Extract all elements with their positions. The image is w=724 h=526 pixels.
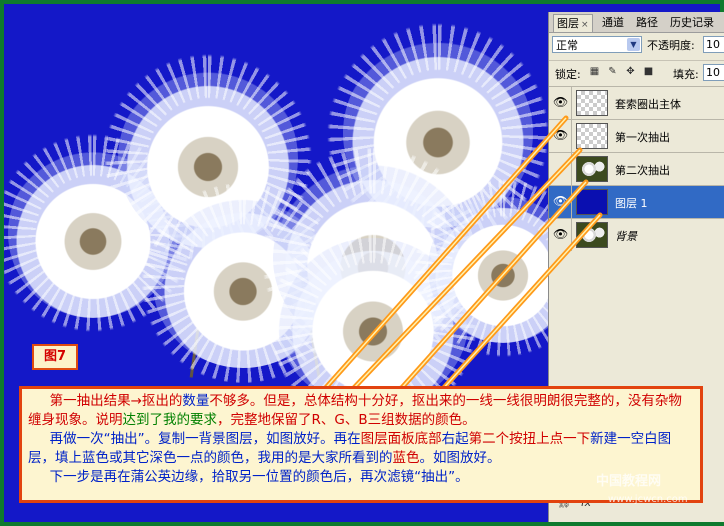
note-text-segment: 图层面板底部 [360, 431, 442, 447]
blend-mode-select[interactable]: 正常 ▼ [552, 36, 642, 53]
eye-icon[interactable]: 👁 [553, 129, 568, 141]
lock-brush-icon[interactable]: ✎ [607, 66, 618, 77]
fill-field[interactable]: 10 [703, 64, 724, 81]
tab-history[interactable]: 历史记录 [667, 14, 717, 31]
chevron-down-icon[interactable]: ▼ [627, 38, 640, 51]
layer-thumbnail [576, 189, 608, 215]
note-text-segment: 。如图放好。 [419, 450, 501, 466]
opacity-field[interactable]: 10 [703, 36, 724, 53]
note-text-segment: 蓝色 [392, 450, 420, 466]
note-text-segment: ，完整地保留了R、G、B三组数据的颜色。 [217, 412, 476, 428]
layer-row[interactable]: 👁 第一次抽出 [549, 119, 724, 152]
lock-row: 锁定: ▦ ✎ ✥ ■ 填充: 10 [549, 60, 724, 83]
lock-label: 锁定: [555, 68, 581, 81]
eye-hidden-icon[interactable] [553, 162, 567, 174]
note-text-segment: 第一抽出结果→抠出的 [49, 393, 183, 409]
note-paragraph-1: 第一抽出结果→抠出的数量不够多。但是，总体结构十分好，抠出来的一线一线很明朗很完… [28, 392, 694, 430]
note-paragraph-2: 再做一次“抽出”。复制一背景图层，如图放好。再在图层面板底部右起第二个按扭上点一… [28, 430, 694, 468]
layer-row-selected[interactable]: 👁 图层 1 [549, 185, 724, 218]
lock-move-icon[interactable]: ✥ [625, 66, 636, 77]
layer-thumbnail [576, 156, 608, 182]
tab-layers-label: 图层 [557, 17, 579, 30]
panel-tabs: 图层 × 通道 路径 历史记录 [549, 12, 724, 33]
figure-label: 图7 [32, 344, 78, 370]
divider [571, 120, 572, 152]
layer-thumbnail [576, 90, 608, 116]
lock-transparency-icon[interactable]: ▦ [589, 66, 600, 77]
layer-name: 第二次抽出 [615, 164, 670, 177]
layer-row[interactable]: 👁 套索圈出主体 [549, 86, 724, 119]
note-paragraph-3: 下一步是再在蒲公英边缘，拾取另一位置的颜色后，再次滤镜“抽出”。 [28, 468, 694, 487]
divider [571, 186, 572, 218]
fill-label: 填充: [673, 68, 699, 81]
tab-layers[interactable]: 图层 × [553, 14, 593, 32]
tab-channels[interactable]: 通道 [599, 14, 627, 31]
layer-name: 套索圈出主体 [615, 98, 681, 111]
watermark-url: www.jcwcn.com [608, 494, 688, 505]
layer-name: 第一次抽出 [615, 131, 670, 144]
eye-icon[interactable]: 👁 [553, 96, 568, 108]
blend-mode-value: 正常 [556, 39, 578, 52]
tab-paths[interactable]: 路径 [633, 14, 661, 31]
lock-all-icon[interactable]: ■ [643, 66, 654, 77]
note-text-segment: 数量 [182, 393, 210, 409]
opacity-label: 不透明度: [647, 39, 695, 52]
divider [571, 219, 572, 251]
note-text-segment: 下一步是再在蒲公英边缘，拾取另一位置的颜色后，再次滤镜“抽出”。 [49, 469, 469, 485]
eye-icon[interactable]: 👁 [553, 195, 568, 207]
note-text-segment: 右起 [441, 431, 469, 447]
note-text-segment: 再做一次“抽出”。复制一背景图层，如图放好。再在 [49, 431, 361, 447]
eye-icon[interactable]: 👁 [553, 228, 568, 240]
layer-row[interactable]: 第二次抽出 [549, 152, 724, 185]
note-text-segment: 达到了我的要求 [122, 412, 218, 428]
close-icon[interactable]: × [581, 20, 589, 30]
divider [571, 153, 572, 185]
layer-thumbnail [576, 123, 608, 149]
layer-name: 背景 [615, 230, 637, 243]
divider [571, 87, 572, 119]
layer-name: 图层 1 [615, 197, 648, 210]
note-text-segment: 第二个按扭上点一下 [468, 431, 591, 447]
layer-row[interactable]: 👁 背景 [549, 218, 724, 251]
layer-thumbnail [576, 222, 608, 248]
watermark: 中国教程网 [596, 474, 662, 489]
blend-row: 正常 ▼ 不透明度: 10 [549, 34, 724, 56]
